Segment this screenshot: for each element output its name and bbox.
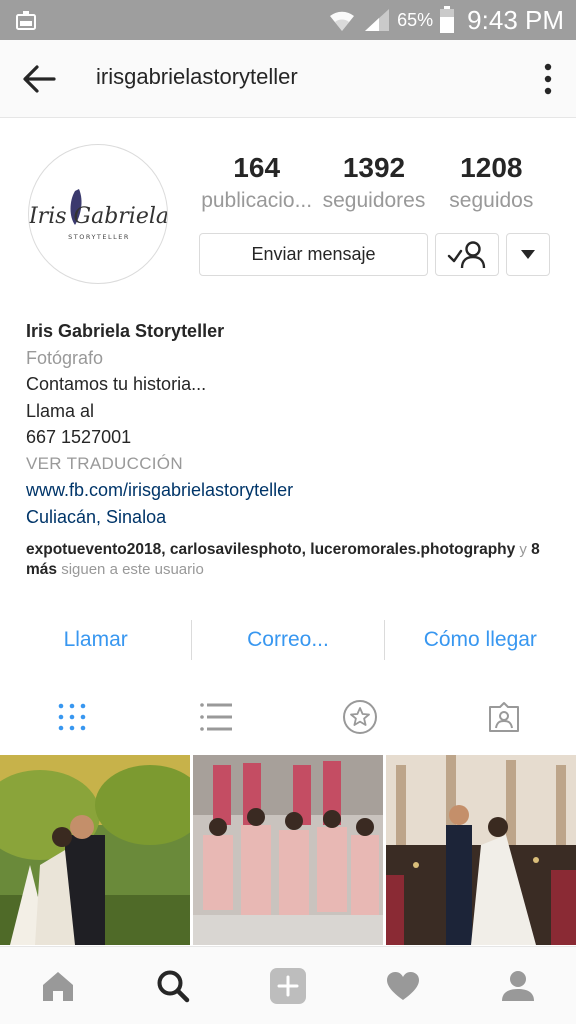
photo-wedding-party xyxy=(386,755,576,945)
followed-by-text[interactable]: expotuevento2018, carlosavilesphoto, luc… xyxy=(26,540,556,580)
stat-following[interactable]: 1208 seguidos xyxy=(433,150,550,216)
app-header: irisgabrielastoryteller xyxy=(0,40,576,118)
following-button[interactable] xyxy=(435,233,499,276)
following-check-icon xyxy=(447,240,486,268)
back-arrow-icon[interactable] xyxy=(22,64,56,94)
profile-username-title: irisgabrielastoryteller xyxy=(96,64,298,89)
send-message-button[interactable]: Enviar mensaje xyxy=(199,233,428,276)
more-options-icon[interactable] xyxy=(538,62,558,96)
logo-text: Iris Gabriela xyxy=(29,204,168,229)
bio-line: Contamos tu historia... xyxy=(26,374,207,394)
cell-signal-icon xyxy=(365,9,390,31)
list-icon xyxy=(200,703,232,731)
stat-posts[interactable]: 164 publicacio... xyxy=(198,150,315,216)
email-button[interactable]: Correo... xyxy=(192,620,383,660)
wifi-icon xyxy=(330,11,355,32)
logo-subtext: STORYTELLER xyxy=(68,233,130,241)
photo-grid xyxy=(0,755,576,945)
contact-actions: Llamar Correo... Cómo llegar xyxy=(0,620,576,660)
photo-couple-garden xyxy=(0,755,190,945)
photo-thumbnail[interactable] xyxy=(0,755,190,945)
caret-down-icon xyxy=(521,249,535,259)
tab-list[interactable] xyxy=(144,694,288,740)
grid-icon xyxy=(58,703,86,731)
followed-by-names: expotuevento2018, carlosavilesphoto, luc… xyxy=(26,541,516,558)
stat-value: 1392 xyxy=(342,152,406,183)
photo-thumbnail[interactable] xyxy=(386,755,576,945)
battery-icon xyxy=(440,6,455,33)
tab-tagged[interactable] xyxy=(432,694,576,740)
tagged-icon xyxy=(489,702,519,732)
nav-profile[interactable] xyxy=(461,947,576,1024)
search-icon xyxy=(157,970,190,1002)
category-label: Fotógrafo xyxy=(26,347,104,368)
profile-tabs xyxy=(0,694,576,740)
suggestions-dropdown-button[interactable] xyxy=(506,233,550,276)
stat-label: publicacio... xyxy=(201,189,313,212)
see-translation-link[interactable]: VER TRADUCCIÓN xyxy=(26,451,556,478)
website-link[interactable]: www.fb.com/irisgabrielastoryteller xyxy=(26,477,556,504)
nav-home[interactable] xyxy=(0,947,115,1024)
clock: 9:43 PM xyxy=(467,4,564,35)
tab-saved[interactable] xyxy=(288,694,432,740)
directions-button[interactable]: Cómo llegar xyxy=(385,620,576,660)
nav-add[interactable] xyxy=(230,947,345,1024)
battery-percent: 65% xyxy=(397,9,434,30)
stat-value: 164 xyxy=(233,152,281,183)
notification-icon xyxy=(16,11,36,30)
stat-label: seguidores xyxy=(322,189,426,212)
followed-by-suffix: siguen a este usuario xyxy=(57,561,204,578)
stat-followers[interactable]: 1392 seguidores xyxy=(315,150,432,216)
call-button[interactable]: Llamar xyxy=(0,620,191,660)
full-name: Iris Gabriela Storyteller xyxy=(26,321,225,341)
tab-grid[interactable] xyxy=(0,694,144,740)
bottom-navigation xyxy=(0,946,576,1024)
brand-logo: Iris Gabriela STORYTELLER xyxy=(29,189,168,241)
saved-star-icon xyxy=(343,700,377,734)
status-bar: 65% 9:43 PM xyxy=(0,0,576,40)
home-icon xyxy=(42,971,73,1001)
profile-bio: Iris Gabriela Storyteller Fotógrafo Cont… xyxy=(26,318,556,580)
heart-icon xyxy=(387,971,420,1000)
photo-thumbnail[interactable] xyxy=(193,755,383,945)
stat-value: 1208 xyxy=(460,152,523,183)
add-icon xyxy=(270,967,306,1004)
profile-icon xyxy=(502,970,535,1001)
followed-by-and: y xyxy=(515,541,532,558)
avatar[interactable]: Iris Gabriela STORYTELLER xyxy=(28,144,168,284)
nav-search[interactable] xyxy=(115,947,230,1024)
nav-activity[interactable] xyxy=(346,947,461,1024)
photo-bridesmaids xyxy=(193,755,383,945)
bio-line: 667 1527001 xyxy=(26,427,132,447)
bio-line: Llama al xyxy=(26,400,95,421)
location-link[interactable]: Culiacán, Sinaloa xyxy=(26,504,556,531)
profile-stats: 164 publicacio... 1392 seguidores 1208 s… xyxy=(198,150,550,216)
stat-label: seguidos xyxy=(449,189,534,212)
